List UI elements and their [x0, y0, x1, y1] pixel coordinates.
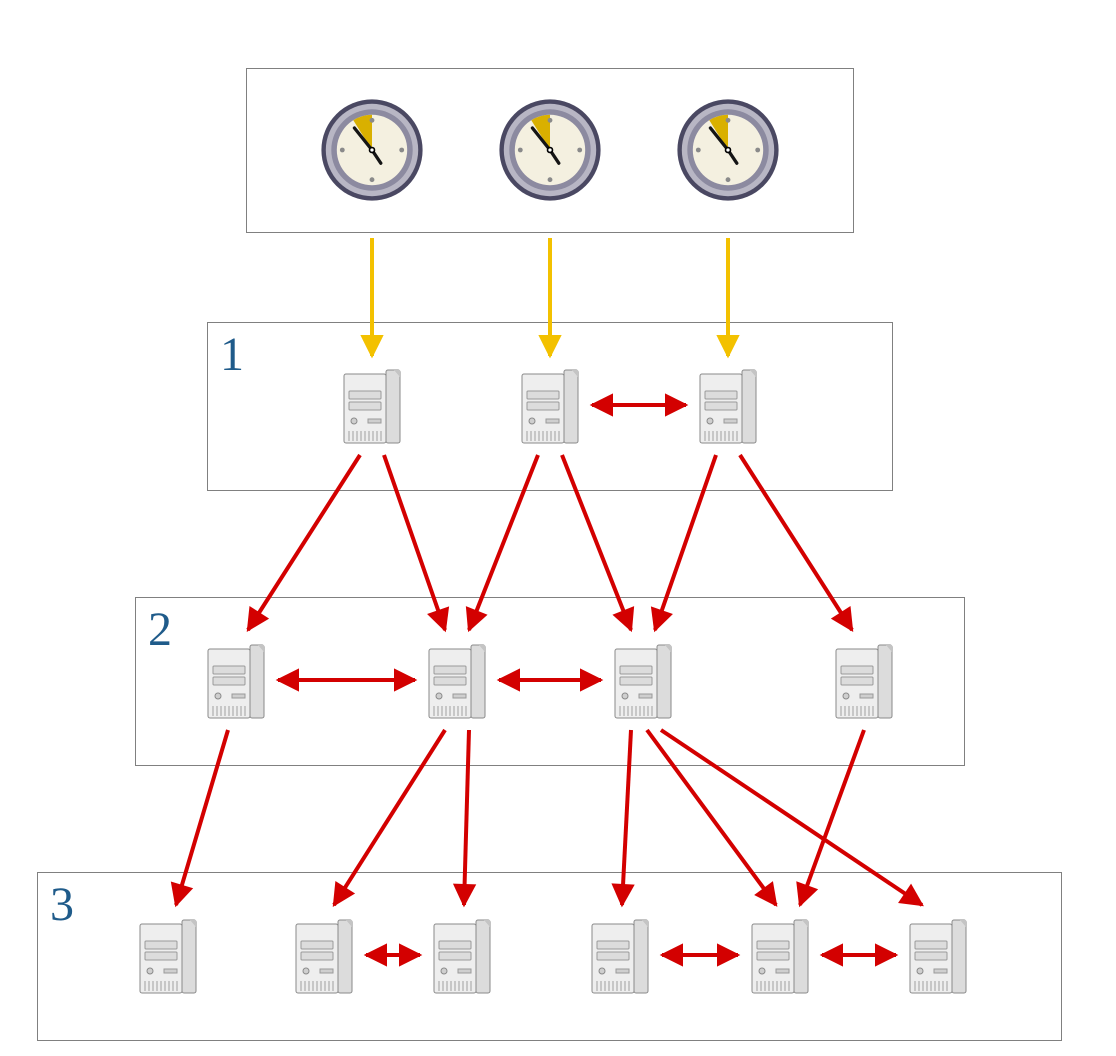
- server-icon: [427, 640, 487, 725]
- server-icon: [750, 915, 810, 1000]
- server-icon: [698, 365, 758, 450]
- server-icon: [520, 365, 580, 450]
- server-icon: [294, 915, 354, 1000]
- clock-icon: [495, 95, 605, 210]
- tier-label-2: 2: [148, 602, 172, 657]
- server-icon: [342, 365, 402, 450]
- server-icon: [138, 915, 198, 1000]
- server-icon: [206, 640, 266, 725]
- server-icon: [432, 915, 492, 1000]
- tier-label-3: 3: [50, 877, 74, 932]
- diagram-canvas: 1 2 3: [0, 0, 1116, 1056]
- server-icon: [834, 640, 894, 725]
- clock-icon: [673, 95, 783, 210]
- server-icon: [908, 915, 968, 1000]
- server-icon: [590, 915, 650, 1000]
- tier-label-1: 1: [220, 327, 244, 382]
- clock-icon: [317, 95, 427, 210]
- server-icon: [613, 640, 673, 725]
